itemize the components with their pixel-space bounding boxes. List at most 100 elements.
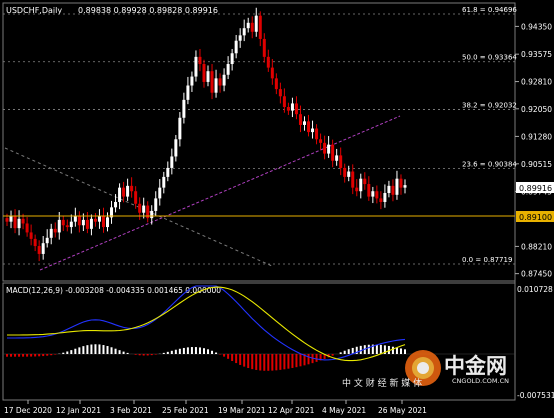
macd-histogram-bar <box>395 347 398 354</box>
candle-body <box>254 15 258 32</box>
candle-body <box>250 22 254 32</box>
macd-histogram-bar <box>22 354 25 357</box>
candle-body <box>5 218 9 222</box>
candle-body <box>65 225 69 228</box>
candle-body <box>335 155 339 161</box>
macd-histogram-bar <box>404 349 406 354</box>
candlesticks <box>5 7 407 262</box>
candle-body <box>359 178 363 192</box>
candle-body <box>226 64 230 75</box>
candle-body <box>274 78 278 90</box>
time-tick-label: 12 Apr 2021 <box>268 406 315 415</box>
candle-body <box>331 144 335 161</box>
macd-histogram-bar <box>82 346 85 354</box>
candle-body <box>307 121 311 133</box>
macd-histogram-bar <box>194 347 197 354</box>
macd-histogram-bar <box>106 346 109 354</box>
candle-body <box>399 178 403 188</box>
macd-histogram-bar <box>154 354 157 355</box>
macd-histogram-bar <box>291 354 294 368</box>
macd-histogram-bar <box>251 354 254 370</box>
price-chart[interactable]: USDCHF,Daily 0.89838 0.89928 0.89828 0.8… <box>0 0 554 418</box>
macd-histogram-bar <box>146 354 149 356</box>
candle-body <box>218 78 222 86</box>
candle-body <box>17 218 21 229</box>
candle-body <box>162 176 166 188</box>
macd-histogram-bar <box>339 352 342 354</box>
time-tick-label: 26 May 2021 <box>378 406 427 415</box>
candle-body <box>73 216 77 222</box>
macd-histogram-bar <box>186 347 189 354</box>
macd-histogram-bar <box>34 354 37 357</box>
fib-level-label: 61.8 = 0.94696 <box>462 6 517 14</box>
candle-body <box>351 171 355 188</box>
candle-body <box>106 217 110 228</box>
candle-body <box>53 228 57 233</box>
macd-histogram-bar <box>122 351 125 354</box>
candle-body <box>77 216 81 226</box>
macd-histogram-bar <box>243 354 246 367</box>
candle-body <box>142 205 146 213</box>
macd-histogram-bar <box>30 354 33 357</box>
macd-histogram-bar <box>343 350 346 354</box>
macd-histogram-bar <box>38 354 41 357</box>
time-axis: 17 Dec 2020 12 Jan 2021 3 Feb 2021 25 Feb 2… <box>4 400 427 415</box>
candle-body <box>323 142 327 154</box>
candle-body <box>89 218 93 229</box>
macd-histogram-bar <box>391 346 394 354</box>
candle-body <box>37 246 41 254</box>
candle-body <box>9 216 13 222</box>
candle-body <box>238 35 242 41</box>
macd-histogram-bar <box>275 354 278 371</box>
candle-body <box>190 76 194 86</box>
macd-histogram-bar <box>142 354 145 356</box>
candle-body <box>234 40 238 54</box>
macd-line <box>7 285 406 361</box>
candle-body <box>33 238 37 247</box>
price-tick-label: 0.92810 <box>521 78 552 87</box>
candle-body <box>315 128 319 140</box>
macd-histogram-bar <box>134 354 137 355</box>
macd-histogram-bar <box>94 344 97 354</box>
purple-trendline[interactable] <box>39 115 401 271</box>
macd-histogram-bar <box>235 354 238 364</box>
brand-tagline: 中 文 财 经 新 媒 体 <box>342 377 422 389</box>
candle-body <box>347 171 351 177</box>
macd-histogram-bar <box>207 349 210 354</box>
macd-histogram-bar <box>399 348 402 354</box>
candle-body <box>319 139 323 143</box>
price-tick-label: 0.88210 <box>521 242 552 251</box>
candle-body <box>198 56 202 65</box>
macd-histogram-bar <box>14 354 17 357</box>
candle-body <box>174 139 178 157</box>
candle-body <box>194 56 198 77</box>
candle-body <box>25 223 29 233</box>
macd-histogram-bar <box>98 344 101 354</box>
candle-body <box>69 221 73 228</box>
macd-histogram-bar <box>78 347 81 354</box>
macd-axis-top: 0.010728 <box>517 285 553 294</box>
candle-body <box>298 114 302 125</box>
candle-body <box>294 103 298 115</box>
macd-histogram-bar <box>166 351 169 354</box>
time-tick-label: 4 May 2021 <box>322 406 366 415</box>
macd-histogram-bar <box>299 354 302 367</box>
candle-body <box>85 219 89 229</box>
macd-axis-bottom: -0.007531 <box>517 391 554 400</box>
candle-body <box>130 185 134 192</box>
candle-body <box>101 216 105 228</box>
candle-body <box>387 185 391 194</box>
candle-body <box>395 178 399 195</box>
candle-body <box>61 219 65 226</box>
candle-body <box>327 144 331 154</box>
macd-histogram-bar <box>118 350 121 354</box>
macd-histogram-bar <box>295 354 298 368</box>
candle-body <box>122 187 126 197</box>
price-tick-label: 0.91280 <box>521 132 552 141</box>
candle-body <box>154 198 158 211</box>
candle-body <box>302 121 306 125</box>
macd-histogram-bar <box>110 347 113 354</box>
macd-histogram-bar <box>347 349 350 354</box>
candle-body <box>278 89 282 97</box>
support-price-label: 0.89100 <box>519 213 552 222</box>
